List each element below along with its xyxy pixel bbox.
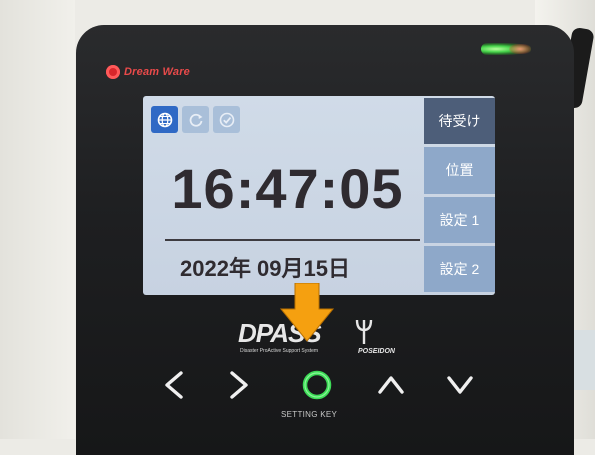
brand-logo: Dream Ware	[106, 65, 190, 79]
setting-key-label: SETTING KEY	[281, 410, 338, 419]
right-key[interactable]	[219, 365, 259, 405]
chevron-up-icon	[378, 376, 404, 394]
up-key[interactable]	[371, 365, 411, 405]
background-wall-left	[0, 0, 75, 439]
clock-date: 2022年 09月15日	[180, 256, 350, 281]
menu-item-settings-2[interactable]: 設定 2	[424, 245, 495, 292]
device-body: Dream Ware 16:47:05 2022年 09月15日 待受け 位置 …	[76, 25, 574, 455]
menu-item-location[interactable]: 位置	[424, 147, 495, 194]
menu-item-settings-1[interactable]: 設定 1	[424, 196, 495, 243]
status-led-glow	[509, 44, 531, 54]
status-icon-bar	[151, 106, 240, 133]
dream-ware-mark-icon	[106, 65, 120, 79]
setting-key[interactable]	[297, 365, 337, 405]
chevron-down-icon	[447, 376, 473, 394]
logo-subtitle: Disaster ProActive Support System	[240, 348, 319, 354]
circle-key-icon	[302, 370, 332, 400]
screen-menu: 待受け 位置 設定 1 設定 2	[424, 98, 495, 295]
key-panel	[154, 365, 474, 409]
check-icon	[213, 106, 240, 133]
left-key[interactable]	[154, 365, 194, 405]
brand-name: Dream Ware	[124, 66, 190, 78]
chevron-left-icon	[165, 371, 183, 399]
menu-item-standby[interactable]: 待受け	[424, 98, 495, 145]
screen-divider	[165, 239, 420, 241]
clock-time: 16:47:05	[171, 157, 404, 220]
logo-poseidon: POSEIDON	[358, 348, 395, 355]
arrow-down-icon	[279, 283, 335, 342]
chevron-right-icon	[230, 371, 248, 399]
down-key[interactable]	[440, 365, 480, 405]
globe-icon	[151, 106, 178, 133]
trident-icon	[355, 319, 373, 344]
refresh-icon	[182, 106, 209, 133]
lcd-screen: 16:47:05 2022年 09月15日 待受け 位置 設定 1 設定 2	[143, 96, 495, 295]
